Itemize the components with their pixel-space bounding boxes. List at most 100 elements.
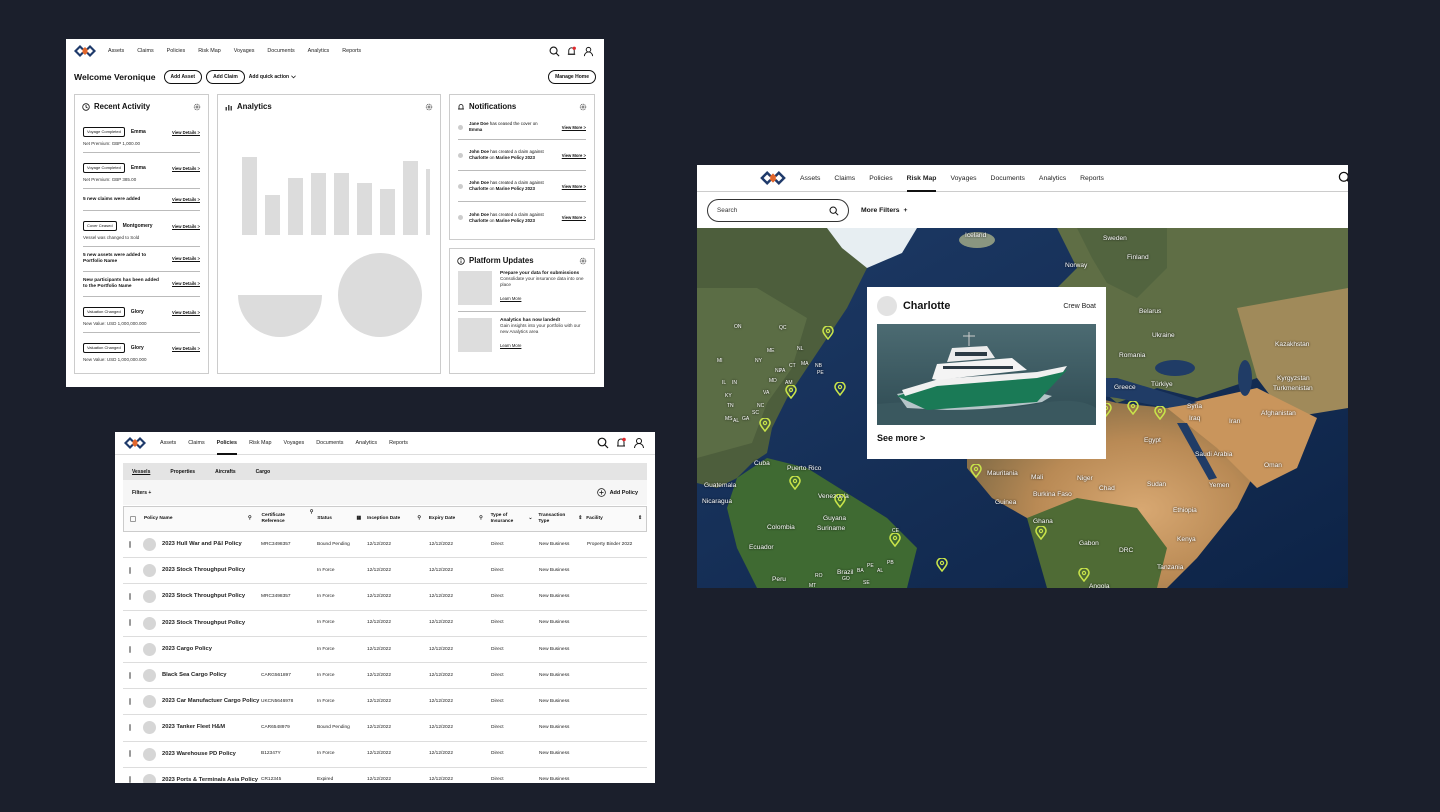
gear-icon[interactable]: [579, 257, 587, 265]
row-checkbox[interactable]: [129, 619, 131, 627]
search-icon[interactable]: ⚲: [248, 516, 252, 522]
table-row[interactable]: 2023 Car Manufactuer Cargo Policy UKCN564…: [123, 689, 647, 716]
nav-item-claims[interactable]: Claims: [137, 48, 153, 54]
table-row[interactable]: Black Sea Cargo Policy CARG561897 In Force…: [123, 663, 647, 690]
see-more-link[interactable]: See more >: [877, 433, 1096, 443]
view-details-link[interactable]: View Details >: [172, 166, 200, 171]
search-icon[interactable]: ⚲: [310, 510, 314, 516]
nav-item-voyages[interactable]: Voyages: [234, 48, 255, 54]
vessel-pin-icon[interactable]: [834, 493, 846, 509]
chevron-down-icon[interactable]: ⌄: [528, 516, 532, 522]
vessel-pin-icon[interactable]: [936, 557, 948, 573]
view-more-link[interactable]: View More >: [562, 184, 586, 189]
add-quick-action-dropdown[interactable]: Add quick action: [249, 74, 296, 80]
world-map[interactable]: Iceland Sweden Norway Finland Belarus Ukraine…: [697, 228, 1348, 588]
col-inception-date[interactable]: Inception Date: [367, 516, 400, 522]
vessel-pin-icon[interactable]: [1154, 405, 1166, 421]
nav-item-risk-map[interactable]: Risk Map: [906, 165, 936, 192]
view-details-link[interactable]: View Details >: [172, 346, 200, 351]
view-details-link[interactable]: View Details >: [172, 197, 200, 202]
row-checkbox[interactable]: [129, 566, 131, 574]
view-details-link[interactable]: View Details >: [172, 130, 200, 135]
vessel-pin-icon[interactable]: [1035, 525, 1047, 541]
nav-item-risk-map[interactable]: Risk Map: [249, 432, 271, 455]
policy-name[interactable]: 2023 Car Manufactuer Cargo Policy: [162, 698, 259, 705]
nav-item-analytics[interactable]: Analytics: [1039, 165, 1066, 192]
col-facility[interactable]: Facility: [586, 516, 603, 522]
policy-name[interactable]: 2023 Stock Throughput Policy: [162, 567, 245, 574]
tab-cargo[interactable]: Cargo: [256, 469, 270, 475]
view-details-link[interactable]: View Details >: [172, 224, 200, 229]
nav-item-documents[interactable]: Documents: [267, 48, 294, 54]
add-claim-button[interactable]: Add Claim: [206, 70, 245, 84]
calendar-icon[interactable]: ▦: [357, 516, 362, 522]
nav-item-documents[interactable]: Documents: [991, 165, 1025, 192]
tab-aircrafts[interactable]: Aircrafts: [215, 469, 236, 475]
row-checkbox[interactable]: [129, 540, 131, 548]
learn-more-link[interactable]: Learn More: [500, 296, 521, 301]
table-row[interactable]: 2023 Tanker Fleet H&M CAR6548979 Bound Pen…: [123, 715, 647, 742]
bell-icon[interactable]: [566, 46, 577, 57]
view-details-link[interactable]: View Details >: [172, 310, 200, 315]
view-details-link[interactable]: View Details >: [172, 281, 200, 286]
select-all-checkbox[interactable]: [130, 516, 136, 522]
row-checkbox[interactable]: [129, 645, 131, 653]
manage-home-button[interactable]: Manage Home: [548, 70, 596, 84]
search-icon[interactable]: [549, 46, 560, 57]
brand-logo-icon[interactable]: [74, 45, 96, 57]
add-asset-button[interactable]: Add Asset: [163, 70, 203, 84]
nav-item-reports[interactable]: Reports: [342, 48, 361, 54]
col-type-of-insurance[interactable]: Type of Insurance: [491, 513, 519, 524]
view-more-link[interactable]: View More >: [562, 153, 586, 158]
nav-item-policies[interactable]: Policies: [869, 165, 892, 192]
nav-item-assets[interactable]: Assets: [108, 48, 124, 54]
vessel-pin-icon[interactable]: [785, 384, 797, 400]
nav-item-policies[interactable]: Policies: [167, 48, 186, 54]
vessel-pin-icon[interactable]: [834, 381, 846, 397]
nav-item-risk-map[interactable]: Risk Map: [198, 48, 220, 54]
add-policy-button[interactable]: Add Policy: [596, 488, 638, 497]
nav-item-policies[interactable]: Policies: [216, 432, 238, 455]
view-more-link[interactable]: View More >: [562, 215, 586, 220]
vessel-pin-icon[interactable]: [889, 532, 901, 548]
gear-icon[interactable]: [425, 103, 433, 111]
vessel-pin-icon[interactable]: [970, 463, 982, 479]
row-checkbox[interactable]: [129, 697, 131, 705]
nav-item-assets[interactable]: Assets: [800, 165, 820, 192]
col-certificate-reference[interactable]: Certificate Reference: [261, 513, 301, 524]
filters-button[interactable]: Filters +: [132, 490, 151, 496]
policy-name[interactable]: 2023 Ports & Terminals Asia Policy: [162, 777, 258, 783]
user-icon[interactable]: [633, 437, 645, 449]
brand-logo-icon[interactable]: [760, 171, 786, 185]
more-filters-button[interactable]: More Filters +: [861, 207, 908, 214]
table-row[interactable]: 2023 Stock Throughput Policy In Force 12/1…: [123, 611, 647, 637]
policy-name[interactable]: Black Sea Cargo Policy: [162, 672, 226, 679]
nav-item-voyages[interactable]: Voyages: [284, 432, 305, 455]
table-row[interactable]: 2023 Hull War and P&I Policy MRC3498357 Bo…: [123, 532, 647, 559]
vessel-pin-icon[interactable]: [759, 417, 771, 433]
search-icon[interactable]: ⚲: [417, 516, 421, 522]
search-icon[interactable]: [1338, 171, 1348, 185]
view-more-link[interactable]: View More >: [562, 125, 586, 130]
tab-vessels[interactable]: Vessels: [132, 469, 150, 475]
map-search-input[interactable]: Search: [707, 199, 849, 222]
bell-icon[interactable]: [615, 437, 627, 449]
policy-name[interactable]: 2023 Cargo Policy: [162, 646, 212, 653]
table-row[interactable]: 2023 Cargo Policy In Force 12/12/2022 12/12…: [123, 637, 647, 663]
nav-item-voyages[interactable]: Voyages: [950, 165, 976, 192]
learn-more-link[interactable]: Learn More: [500, 343, 521, 348]
table-row[interactable]: 2023 Stock Throughput Policy MRC3498357 In…: [123, 584, 647, 611]
col-status[interactable]: Status: [317, 516, 332, 522]
search-icon[interactable]: [597, 437, 609, 449]
table-row[interactable]: 2023 Warehouse PD Policy B12347Y In Force 1…: [123, 742, 647, 768]
nav-item-reports[interactable]: Reports: [389, 432, 408, 455]
gear-icon[interactable]: [579, 103, 587, 111]
tab-properties[interactable]: Properties: [170, 469, 195, 475]
policy-name[interactable]: 2023 Tanker Fleet H&M: [162, 724, 225, 731]
row-checkbox[interactable]: [129, 724, 131, 732]
table-row[interactable]: 2023 Ports & Terminals Asia Policy CR1234…: [123, 768, 647, 783]
nav-item-claims[interactable]: Claims: [188, 432, 204, 455]
view-details-link[interactable]: View Details >: [172, 256, 200, 261]
nav-item-reports[interactable]: Reports: [1080, 165, 1104, 192]
policy-name[interactable]: 2023 Stock Throughput Policy: [162, 620, 245, 627]
